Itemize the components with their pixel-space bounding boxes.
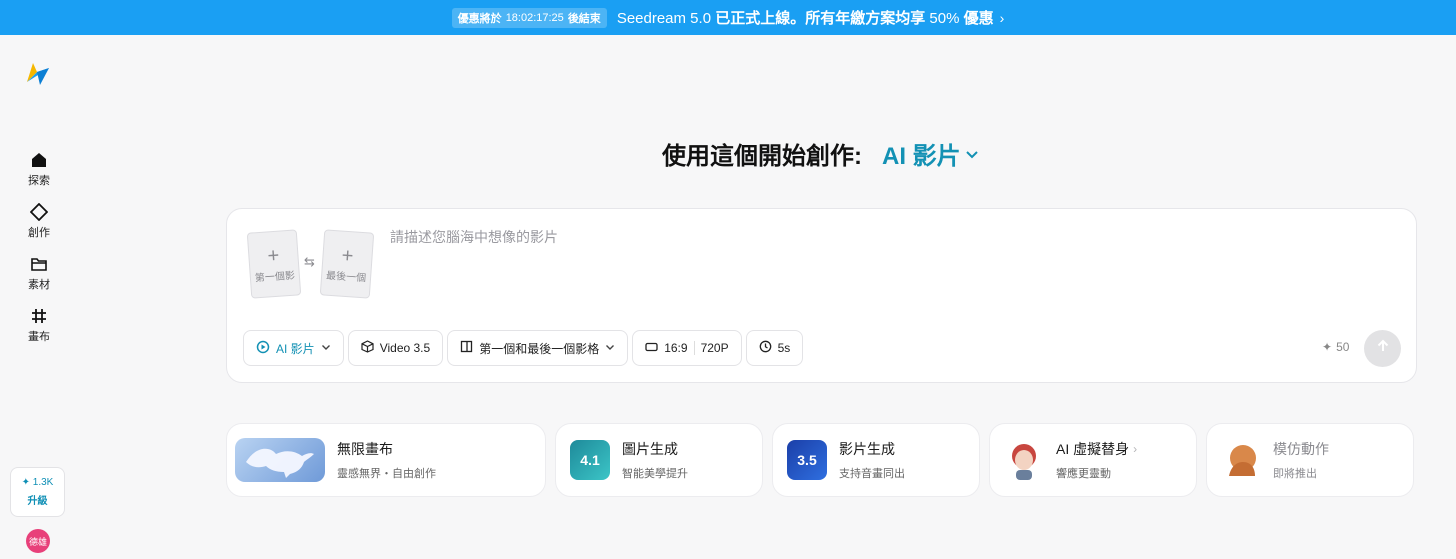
prompt-input[interactable]: 請描述您腦海中想像的影片 (390, 227, 558, 247)
timer-suffix: 後結束 (567, 12, 601, 25)
sidebar-item-label: 探索 (28, 175, 50, 187)
motion-character-thumbnail (1221, 440, 1261, 480)
ratio-label: 16:9 (664, 341, 688, 355)
promo-end: 優惠 (963, 10, 994, 27)
card-title: 影片生成 (839, 441, 895, 457)
card-text: 模仿動作 即將推出 (1273, 439, 1329, 481)
promo-pct: 50% (929, 10, 960, 27)
sidebar-item-explore[interactable]: 探索 (0, 143, 78, 195)
diamond-icon (29, 202, 49, 222)
app-logo[interactable] (24, 60, 52, 88)
sidebar-item-label: 畫布 (28, 331, 50, 343)
card-subtitle: 靈感無界・自由創作 (337, 468, 436, 480)
resolution-label: 720P (700, 341, 729, 355)
send-button[interactable] (1364, 330, 1401, 367)
video-mode-icon (256, 340, 270, 357)
clock-icon (759, 340, 772, 356)
cube-icon (361, 340, 374, 356)
countdown-badge: 優惠將於 18:02:17:25 後結束 (451, 7, 607, 28)
sidebar: 探索 創作 素材 畫布 ✦ 1.3K 升級 德雄 (0, 35, 78, 559)
sidebar-item-label: 創作 (28, 227, 50, 239)
mode-dropdown[interactable]: AI 影片 (882, 136, 979, 171)
duration-select[interactable]: 5s (745, 330, 804, 366)
frames-select[interactable]: 第一個和最後一個影格 (447, 330, 629, 366)
folder-icon (29, 254, 49, 274)
arrow-up-icon (1375, 338, 1391, 359)
chevron-down-icon (321, 341, 331, 355)
hash-icon (29, 306, 49, 326)
promo-brand: Seedream 5.0 (616, 10, 712, 27)
card-title: 圖片生成 (622, 441, 678, 457)
avatar-character-thumbnail (1004, 440, 1044, 480)
card-subtitle: 即將推出 (1273, 468, 1317, 480)
first-frame-label: 第一個影 (254, 270, 296, 284)
swap-icon[interactable]: ⇆ (304, 254, 315, 270)
promo-banner[interactable]: 優惠將於 18:02:17:25 後結束 Seedream 5.0 已正式上線。… (0, 0, 1456, 35)
model-select[interactable]: Video 3.5 (347, 330, 444, 366)
card-infinite-canvas[interactable]: 無限畫布 靈感無界・自由創作 (226, 423, 546, 497)
sidebar-item-canvas[interactable]: 畫布 (0, 299, 78, 351)
model-label: Video 3.5 (379, 341, 431, 355)
chevron-right-icon[interactable]: › (1000, 10, 1005, 26)
home-icon (29, 150, 49, 170)
card-title: 無限畫布 (337, 441, 393, 457)
card-text: 圖片生成 智能美學提升 (622, 439, 688, 481)
chevron-down-icon (965, 140, 979, 168)
ratio-resolution-select[interactable]: 16:9 720P (632, 330, 742, 366)
avatar[interactable]: 德雄 (26, 529, 50, 553)
card-subtitle: 智能美學提升 (622, 468, 688, 480)
sidebar-item-create[interactable]: 創作 (0, 195, 78, 247)
frames-icon (460, 340, 473, 356)
first-frame-upload[interactable]: + 第一個影 (246, 229, 302, 299)
card-subtitle: 支持音畫同出 (839, 468, 905, 480)
frames-label: 第一個和最後一個影格 (479, 341, 600, 356)
credit-cost-value: 50 (1336, 340, 1350, 354)
page-title: 使用這個開始創作: (662, 143, 862, 170)
promo-text: 已正式上線。所有年繳方案均享 (715, 10, 926, 27)
timer-value: 18:02:17:25 (505, 11, 564, 24)
plus-icon: + (340, 244, 355, 267)
card-motion-imitation[interactable]: 模仿動作 即將推出 (1206, 423, 1414, 497)
card-subtitle: 響應更靈動 (1056, 468, 1111, 480)
credits-count: ✦ 1.3K (21, 477, 54, 488)
plus-icon: + (266, 244, 281, 267)
card-text: 影片生成 支持音畫同出 (839, 439, 905, 481)
image-gen-badge: 4.1 (570, 440, 610, 480)
mode-label: AI 影片 (882, 143, 961, 170)
last-frame-upload[interactable]: + 最後一個 (319, 229, 375, 299)
promo-message[interactable]: Seedream 5.0 已正式上線。所有年繳方案均享 50% 優惠 (617, 7, 994, 28)
card-title-text: AI 虛擬替身 (1056, 441, 1130, 457)
aspect-ratio-icon (645, 341, 658, 355)
sidebar-nav: 探索 創作 素材 畫布 (0, 143, 78, 351)
sidebar-item-label: 素材 (28, 279, 50, 291)
feature-cards: 無限畫布 靈感無界・自由創作 4.1 圖片生成 智能美學提升 3.5 影片生成 … (226, 423, 1414, 497)
pegasus-thumbnail (235, 438, 325, 482)
divider (693, 341, 695, 355)
prompt-panel: + 第一個影 ⇆ + 最後一個 請描述您腦海中想像的影片 AI 影片 Video… (226, 208, 1417, 383)
page-heading: 使用這個開始創作: AI 影片 (662, 136, 979, 171)
mode-select-label: AI 影片 (276, 341, 315, 356)
prompt-options: AI 影片 Video 3.5 第一個和最後一個影格 16:9 720P 5s (243, 330, 804, 366)
last-frame-label: 最後一個 (325, 270, 367, 284)
video-gen-badge: 3.5 (787, 440, 827, 480)
card-ai-avatar[interactable]: AI 虛擬替身 › 響應更靈動 (989, 423, 1197, 497)
upgrade-button[interactable]: ✦ 1.3K 升級 (10, 467, 65, 517)
card-video-generation[interactable]: 3.5 影片生成 支持音畫同出 (772, 423, 980, 497)
timer-prefix: 優惠將於 (457, 12, 502, 25)
chevron-down-icon (605, 341, 615, 355)
duration-label: 5s (777, 341, 791, 355)
credit-cost: ✦ 50 (1322, 340, 1349, 354)
card-text: AI 虛擬替身 › 響應更靈動 (1056, 439, 1137, 481)
chevron-right-icon: › (1133, 442, 1138, 456)
sidebar-item-assets[interactable]: 素材 (0, 247, 78, 299)
card-image-generation[interactable]: 4.1 圖片生成 智能美學提升 (555, 423, 763, 497)
mode-select[interactable]: AI 影片 (243, 330, 344, 366)
card-title: 模仿動作 (1273, 441, 1329, 457)
card-text: 無限畫布 靈感無界・自由創作 (337, 439, 436, 481)
card-title: AI 虛擬替身 › (1056, 439, 1137, 459)
sparkle-icon: ✦ (1322, 340, 1333, 354)
upgrade-label: 升級 (27, 496, 48, 507)
